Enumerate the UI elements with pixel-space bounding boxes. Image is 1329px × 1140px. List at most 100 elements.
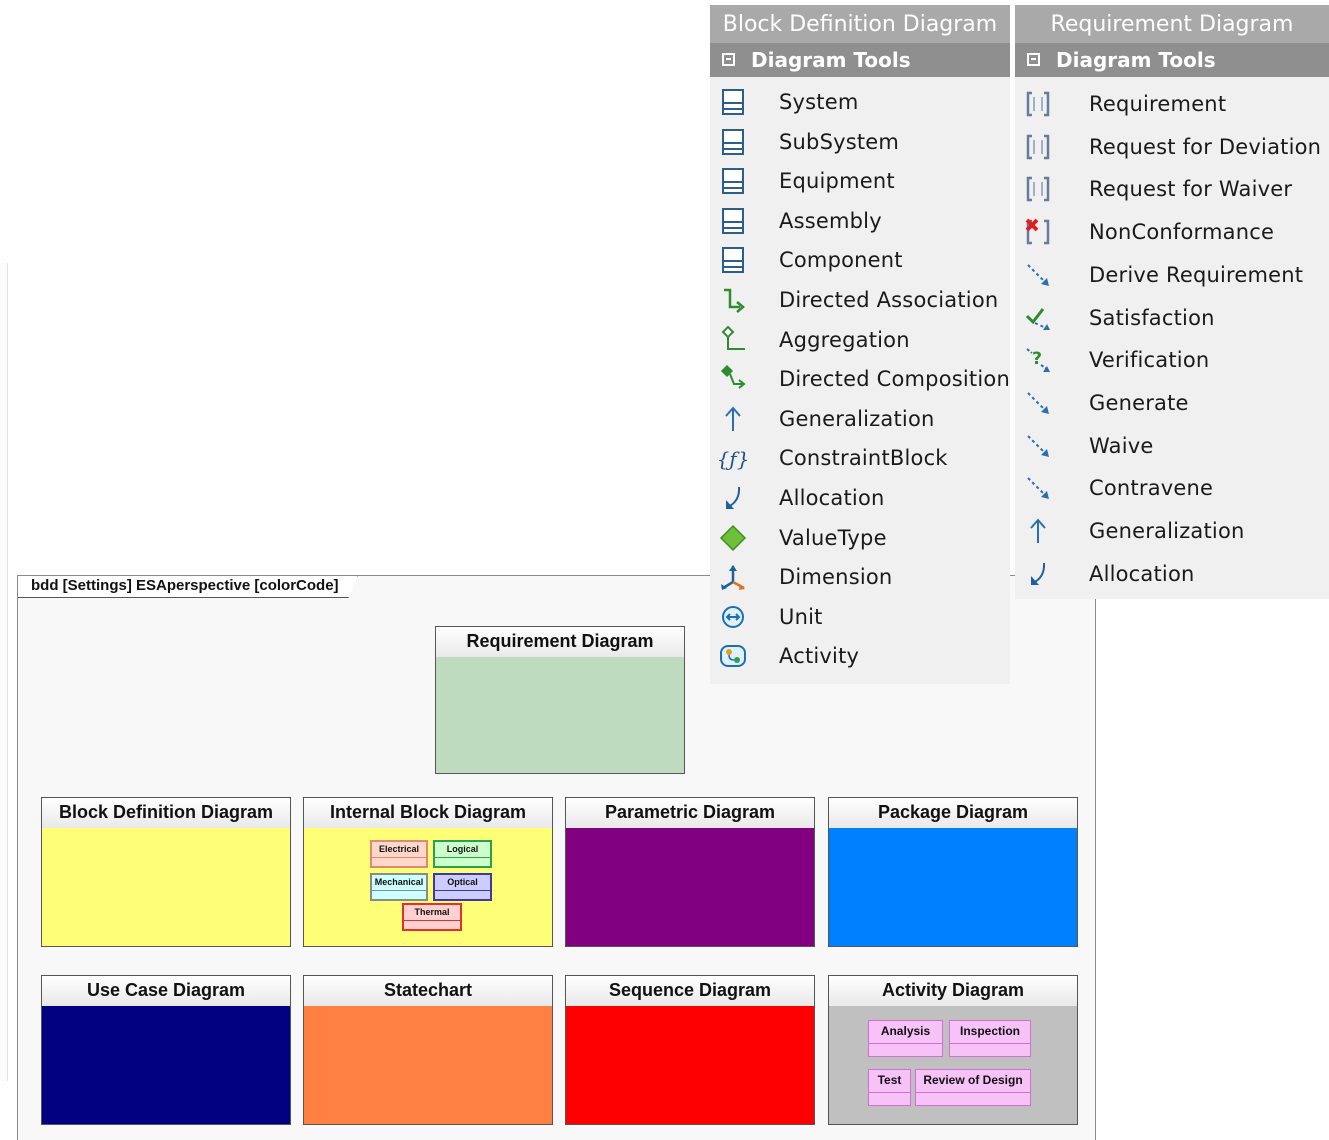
- block-use-case-diagram[interactable]: Use Case Diagram: [41, 975, 291, 1125]
- tool-label: Allocation: [1089, 561, 1195, 586]
- tool-system[interactable]: System: [710, 83, 1010, 121]
- collapse-icon[interactable]: [722, 53, 735, 66]
- tool-generalization[interactable]: Generalization: [1015, 512, 1329, 550]
- requirement-icon: [1023, 89, 1053, 119]
- tool-contravene[interactable]: Contravene: [1015, 469, 1329, 507]
- requirement-icon: [1023, 174, 1053, 204]
- dimension-icon: [718, 562, 748, 592]
- svg-text:{ƒ}: {ƒ}: [718, 447, 748, 471]
- verification-icon: ?: [1023, 345, 1053, 375]
- ibd-part-mechanical[interactable]: Mechanical: [370, 873, 428, 901]
- action-label: Inspection: [950, 1021, 1030, 1044]
- block-title: Block Definition Diagram: [42, 798, 290, 829]
- tool-assembly[interactable]: Assembly: [710, 202, 1010, 240]
- ibd-part-electrical[interactable]: Electrical: [370, 840, 428, 868]
- tool-label: Generate: [1089, 390, 1189, 415]
- tool-equipment[interactable]: Equipment: [710, 162, 1010, 200]
- dashed-arrow-icon: [1023, 473, 1053, 503]
- tool-activity[interactable]: Activity: [710, 637, 1010, 675]
- activity-action-inspection[interactable]: Inspection: [949, 1020, 1031, 1057]
- block-package-diagram[interactable]: Package Diagram: [828, 797, 1078, 947]
- tool-allocation[interactable]: Allocation: [1015, 555, 1329, 593]
- tool-nonconformance[interactable]: NonConformance: [1015, 213, 1329, 251]
- tool-unit[interactable]: Unit: [710, 598, 1010, 636]
- block-color-swatch: [566, 828, 814, 946]
- tool-label: Allocation: [779, 486, 885, 510]
- action-label: Test: [869, 1070, 910, 1093]
- tool-label: SubSystem: [779, 129, 900, 154]
- block-color-swatch: Electrical Logical Mechanical Optical Th…: [304, 828, 552, 946]
- block-statechart[interactable]: Statechart: [303, 975, 553, 1125]
- toolbox-section-header[interactable]: Diagram Tools: [710, 43, 1010, 77]
- generalization-icon: [718, 404, 748, 434]
- tool-requirement[interactable]: Requirement: [1015, 85, 1329, 123]
- tool-directed-composition[interactable]: Directed Composition: [710, 360, 1010, 398]
- block-icon: [718, 245, 748, 275]
- tool-subsystem[interactable]: SubSystem: [710, 123, 1010, 161]
- block-sequence-diagram[interactable]: Sequence Diagram: [565, 975, 815, 1125]
- block-icon: [718, 206, 748, 236]
- left-edge-strip: [0, 263, 8, 1081]
- bdd-toolbox-panel: Block Definition Diagram Diagram Tools S…: [710, 5, 1010, 684]
- block-requirement-diagram[interactable]: Requirement Diagram: [435, 626, 685, 774]
- tool-request-for-deviation[interactable]: Request for Deviation: [1015, 128, 1329, 166]
- tool-verification[interactable]: ? Verification: [1015, 341, 1329, 379]
- block-title: Statechart: [304, 976, 552, 1007]
- tool-derive-requirement[interactable]: Derive Requirement: [1015, 256, 1329, 294]
- ibd-part-label: Electrical: [372, 842, 426, 858]
- tool-label: Derive Requirement: [1089, 262, 1304, 287]
- generalization-icon: [1023, 516, 1053, 546]
- block-internal-block-diagram[interactable]: Internal Block Diagram Electrical Logica…: [303, 797, 553, 947]
- collapse-icon[interactable]: [1027, 53, 1040, 66]
- block-color-swatch: [304, 1006, 552, 1124]
- tool-valuetype[interactable]: ValueType: [710, 519, 1010, 557]
- block-color-swatch: [42, 828, 290, 946]
- activity-action-review-of-design[interactable]: Review of Design: [915, 1069, 1031, 1106]
- tool-label: Request for Deviation: [1089, 134, 1322, 159]
- tool-generate[interactable]: Generate: [1015, 384, 1329, 422]
- tool-label: Requirement: [1089, 92, 1227, 116]
- ibd-part-label: Mechanical: [372, 875, 426, 891]
- tool-waive[interactable]: Waive: [1015, 427, 1329, 465]
- block-color-swatch: Analysis Inspection Test Review of Desig…: [829, 1006, 1077, 1124]
- block-parametric-diagram[interactable]: Parametric Diagram: [565, 797, 815, 947]
- tool-allocation[interactable]: Allocation: [710, 479, 1010, 517]
- ibd-part-optical[interactable]: Optical: [433, 873, 492, 901]
- tool-label: Aggregation: [779, 327, 910, 352]
- tool-label: Unit: [779, 604, 823, 629]
- block-title: Sequence Diagram: [566, 976, 814, 1007]
- block-block-definition-diagram[interactable]: Block Definition Diagram: [41, 797, 291, 947]
- activity-action-test[interactable]: Test: [868, 1069, 911, 1106]
- frame-title: bdd [Settings] ESAperspective [colorCode…: [18, 576, 358, 598]
- tool-label: Generalization: [1089, 519, 1245, 543]
- tool-constraintblock[interactable]: {ƒ} ConstraintBlock: [710, 439, 1010, 477]
- tool-label: Satisfaction: [1089, 305, 1215, 330]
- block-title: Package Diagram: [829, 798, 1077, 829]
- directed-association-icon: [718, 285, 748, 315]
- tool-satisfaction[interactable]: Satisfaction: [1015, 299, 1329, 337]
- block-title: Parametric Diagram: [566, 798, 814, 829]
- tool-label: Dimension: [779, 565, 893, 590]
- allocation-icon: [1023, 559, 1053, 589]
- block-activity-diagram[interactable]: Activity Diagram Analysis Inspection Tes…: [828, 975, 1078, 1125]
- block-color-swatch: [829, 828, 1077, 946]
- svg-text:?: ?: [1032, 349, 1042, 369]
- block-icon: [718, 166, 748, 196]
- dashed-arrow-icon: [1023, 388, 1053, 418]
- tool-directed-association[interactable]: Directed Association: [710, 281, 1010, 319]
- requirement-toolbox-panel: Requirement Diagram Diagram Tools Requir…: [1015, 5, 1329, 599]
- ibd-part-logical[interactable]: Logical: [433, 840, 492, 868]
- tool-dimension[interactable]: Dimension: [710, 558, 1010, 596]
- activity-action-analysis[interactable]: Analysis: [868, 1020, 943, 1057]
- toolbox-title: Requirement Diagram: [1015, 5, 1329, 43]
- tool-request-for-waiver[interactable]: Request for Waiver: [1015, 170, 1329, 208]
- ibd-part-thermal[interactable]: Thermal: [402, 903, 462, 931]
- tool-aggregation[interactable]: Aggregation: [710, 321, 1010, 359]
- toolbox-section-header[interactable]: Diagram Tools: [1015, 43, 1329, 77]
- tool-label: ValueType: [779, 525, 887, 550]
- action-label: Review of Design: [916, 1070, 1030, 1093]
- block-title: Internal Block Diagram: [304, 798, 552, 829]
- action-label: Analysis: [869, 1021, 942, 1044]
- tool-generalization[interactable]: Generalization: [710, 400, 1010, 438]
- tool-component[interactable]: Component: [710, 241, 1010, 279]
